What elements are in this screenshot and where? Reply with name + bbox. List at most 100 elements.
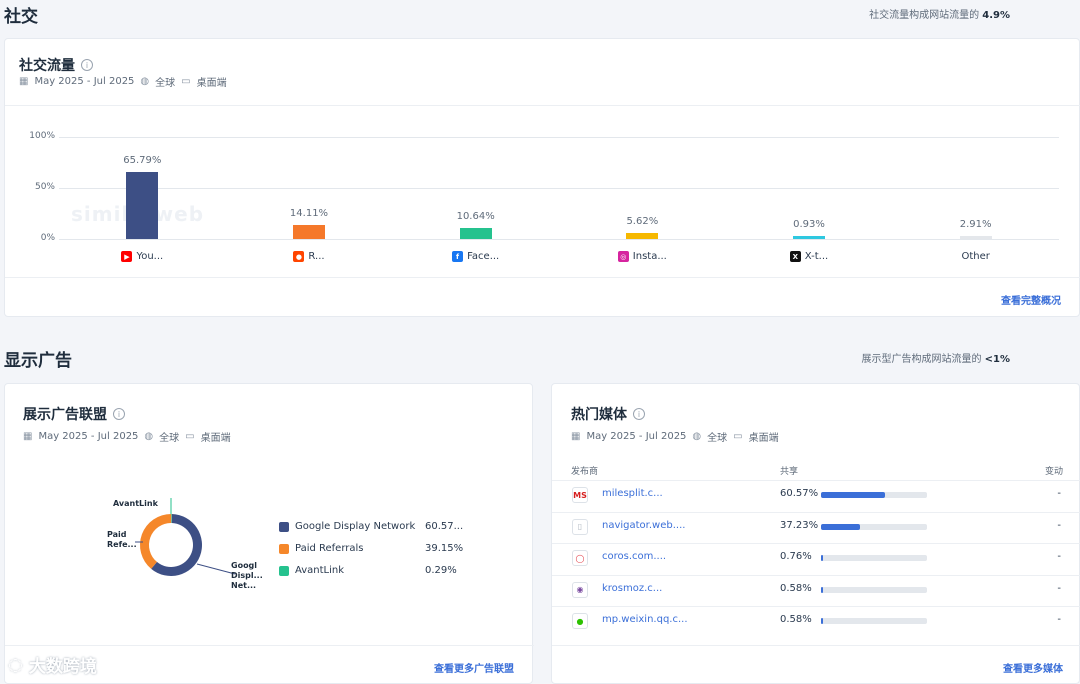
bar-2[interactable] <box>459 228 492 239</box>
legend-checkbox[interactable] <box>279 565 289 576</box>
row-divider <box>552 511 1080 513</box>
social-traffic-note: 社交流量构成网站流量的 4.9% <box>869 6 1010 21</box>
view-more-media-link[interactable]: 查看更多媒体 <box>1003 660 1063 675</box>
column-header-change[interactable]: 变动 <box>1045 464 1063 477</box>
view-full-overview-link[interactable]: 查看完整概况 <box>1001 292 1061 307</box>
x-category-0[interactable]: ▶ You... <box>97 251 187 262</box>
legend-value: 0.29% <box>425 565 457 576</box>
x-category-label: You... <box>136 251 164 262</box>
share-value: 0.58% <box>780 582 812 594</box>
bar-1[interactable] <box>293 224 325 239</box>
gridline <box>59 239 1059 240</box>
column-header-publisher[interactable]: 发布商 <box>571 464 598 477</box>
x-category-label: R... <box>308 251 325 262</box>
legend-checkbox[interactable] <box>279 521 289 532</box>
share-bar <box>821 523 927 530</box>
bar-value-label: 65.79% <box>123 154 162 166</box>
footer-watermark-text: 大数跨境 <box>28 657 97 677</box>
calendar-icon: ▦ <box>19 76 29 87</box>
globe-icon: ◍ <box>692 431 702 442</box>
section-title-social: 社交 <box>4 7 38 27</box>
share-bar-fill <box>821 586 823 593</box>
device: 桌面端 <box>200 433 231 444</box>
bar-value-label: 5.62% <box>626 216 659 228</box>
x-category-label: X-t... <box>804 251 829 262</box>
desktop-icon: ▭ <box>185 431 195 442</box>
display-ads-note: 展示型广告构成网站流量的 <1% <box>861 350 1010 365</box>
x-category-label: Face... <box>467 251 500 262</box>
share-bar <box>821 555 927 561</box>
publisher-link[interactable]: mp.weixin.qq.c... <box>602 614 688 625</box>
social-card-title-text: 社交流量 <box>19 58 75 74</box>
x-category-3[interactable]: ◎ Insta... <box>597 251 687 262</box>
date-range: May 2025 - Jul 2025 <box>586 431 687 442</box>
networks-meta: ▦ May 2025 - Jul 2025 ◍ 全球 ▭ 桌面端 <box>23 429 231 444</box>
watermark-logo-icon: ◌ <box>8 654 23 675</box>
bar-value-label: 2.91% <box>959 219 992 230</box>
x-category-1[interactable]: ● R... <box>264 251 354 262</box>
date-range: May 2025 - Jul 2025 <box>38 431 139 442</box>
social-traffic-card: 社交流量 i ▦ May 2025 - Jul 2025 ◍ 全球 ▭ 桌面端 … <box>4 38 1080 317</box>
ad-networks-card: 展示广告联盟 i ▦ May 2025 - Jul 2025 ◍ 全球 ▭ 桌面… <box>4 383 534 684</box>
footer-watermark: ◌ 大数跨境 <box>8 652 97 678</box>
share-value: 0.76% <box>780 551 812 562</box>
calendar-icon: ▦ <box>571 431 581 442</box>
top-media-card: 热门媒体 i ▦ May 2025 - Jul 2025 ◍ 全球 ▭ 桌面端 … <box>551 383 1080 684</box>
youtube-icon: ▶ <box>121 251 133 262</box>
bar-4[interactable] <box>793 236 825 239</box>
info-icon[interactable]: i <box>633 408 645 420</box>
card-divider <box>552 645 1080 646</box>
y-tick-label: 0% <box>40 233 55 243</box>
display-note-value: <1% <box>984 354 1010 365</box>
gridline <box>59 137 1059 138</box>
social-meta: ▦ May 2025 - Jul 2025 ◍ 全球 ▭ 桌面端 <box>19 74 227 89</box>
publisher-link[interactable]: navigator.web.... <box>602 520 685 531</box>
social-card-title: 社交流量 i <box>19 55 93 75</box>
column-header-share[interactable]: 共享 <box>780 464 798 477</box>
share-bar <box>821 618 927 624</box>
donut-label-google-display: Googl Displ... Net... <box>231 561 263 590</box>
wechat-icon: ● <box>572 613 588 629</box>
share-value: 60.57% <box>780 488 819 499</box>
region: 全球 <box>155 78 176 89</box>
x-category-2[interactable]: f Face... <box>431 251 521 262</box>
x-category-5[interactable]: Other <box>931 251 1021 262</box>
publisher-link[interactable]: milesplit.c... <box>602 488 663 499</box>
donut-leader-line <box>196 563 236 575</box>
bar-3[interactable] <box>626 233 659 239</box>
info-icon[interactable]: i <box>113 408 125 420</box>
y-tick-label: 100% <box>29 131 55 141</box>
view-more-networks-link[interactable]: 查看更多广告联盟 <box>434 660 514 675</box>
share-bar-fill <box>821 492 886 498</box>
card-divider <box>5 105 1080 106</box>
legend-item[interactable]: Google Display Network <box>279 521 415 532</box>
legend-checkbox[interactable] <box>279 543 289 554</box>
card-divider <box>5 645 534 646</box>
display-note-text: 展示型广告构成网站流量的 <box>861 354 982 365</box>
legend-item[interactable]: Paid Referrals <box>279 543 364 554</box>
bar-0[interactable] <box>126 171 159 239</box>
krosmoz-icon: ◉ <box>572 581 588 598</box>
gridline <box>59 188 1059 189</box>
social-note-text: 社交流量构成网站流量的 <box>869 10 980 21</box>
bar-5[interactable] <box>959 236 992 239</box>
donut-slice-1[interactable] <box>140 514 172 569</box>
desktop-icon: ▭ <box>181 76 191 87</box>
row-divider <box>552 480 1080 481</box>
social-note-value: 4.9% <box>982 10 1010 21</box>
media-meta: ▦ May 2025 - Jul 2025 ◍ 全球 ▭ 桌面端 <box>571 429 779 444</box>
legend-label: Paid Referrals <box>295 543 364 554</box>
section-title-display-ads: 显示广告 <box>4 351 72 371</box>
region: 全球 <box>159 433 180 444</box>
publisher-link[interactable]: krosmoz.c... <box>602 583 662 594</box>
networks-card-title: 展示广告联盟 i <box>23 404 125 424</box>
info-icon[interactable]: i <box>81 59 93 71</box>
device: 桌面端 <box>748 433 779 444</box>
instagram-icon: ◎ <box>617 251 629 262</box>
publisher-link[interactable]: coros.com.... <box>602 551 666 562</box>
media-card-title: 热门媒体 i <box>571 404 645 424</box>
share-bar-fill <box>821 523 861 530</box>
card-divider <box>5 277 1080 278</box>
x-category-4[interactable]: X X-t... <box>764 251 854 262</box>
legend-item[interactable]: AvantLink <box>279 565 344 576</box>
